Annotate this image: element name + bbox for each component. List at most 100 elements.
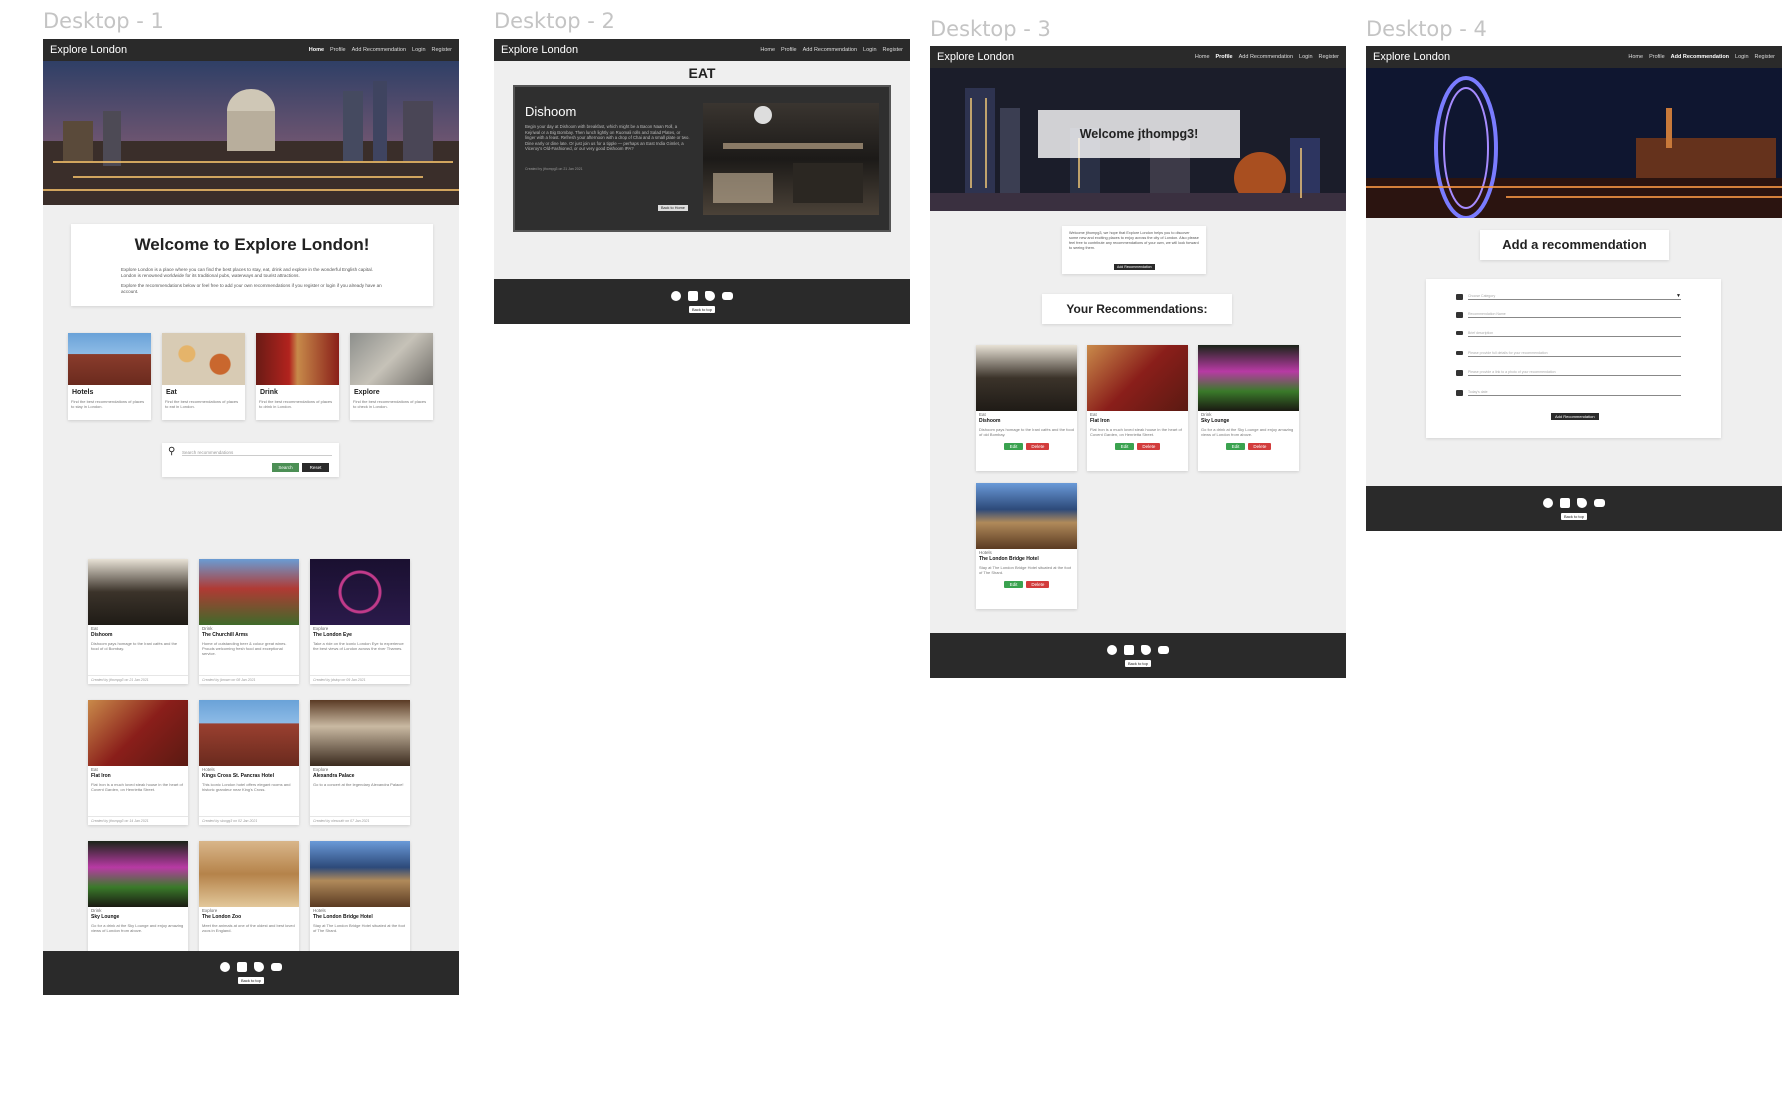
nav-login[interactable]: Login <box>412 47 425 53</box>
facebook-icon[interactable] <box>1543 497 1553 508</box>
recommendation-image <box>88 700 188 766</box>
category-card-eat[interactable]: Eat Find the best recommendations of pla… <box>162 333 245 420</box>
instagram-icon[interactable] <box>237 962 247 972</box>
recommendation-image <box>976 345 1077 411</box>
youtube-icon[interactable] <box>271 963 282 971</box>
nav-login[interactable]: Login <box>1299 54 1312 60</box>
edit-button[interactable]: Edit <box>1114 443 1135 451</box>
recommendation-title: Dishoom <box>91 632 113 638</box>
nav-profile[interactable]: Profile <box>781 47 797 53</box>
twitter-icon[interactable] <box>1141 644 1151 655</box>
instagram-icon[interactable] <box>1124 644 1134 655</box>
nav-home[interactable]: Home <box>309 47 324 53</box>
edit-button[interactable]: Edit <box>1003 581 1024 589</box>
brand-logo[interactable]: Explore London <box>937 51 1014 63</box>
recommendation-title: Sky Lounge <box>91 914 120 920</box>
user-recommendation-card[interactable]: Eat Dishoom Dishoom pays homage to the I… <box>976 345 1077 471</box>
recommendation-card[interactable]: Explore The London Eye Take a ride on th… <box>310 559 410 684</box>
submit-recommendation-button[interactable]: Add Recommendation <box>1551 413 1599 420</box>
facebook-icon[interactable] <box>671 290 681 301</box>
nav-profile[interactable]: Profile <box>1216 54 1233 60</box>
lines-icon <box>1456 351 1463 355</box>
search-button[interactable]: Search <box>272 463 299 472</box>
recommendation-desc: Go for a drink at the Sky Lounge and enj… <box>91 923 184 934</box>
back-to-top-button[interactable]: Back to top <box>688 305 715 313</box>
search-icon: ⚲ <box>168 446 176 457</box>
back-to-top-button[interactable]: Back to top <box>237 977 264 984</box>
nav-register[interactable]: Register <box>1319 54 1339 60</box>
brand-logo[interactable]: Explore London <box>50 44 127 56</box>
delete-button[interactable]: Delete <box>1026 581 1050 589</box>
user-recommendation-card[interactable]: Drink Sky Lounge Go for a drink at the S… <box>1198 345 1299 471</box>
instagram-icon[interactable] <box>1560 497 1570 508</box>
back-to-top-button[interactable]: Back to top <box>1560 512 1587 520</box>
full-details-field[interactable]: Please provide full details for your rec… <box>1468 351 1681 357</box>
instagram-icon[interactable] <box>688 290 698 301</box>
youtube-icon[interactable] <box>1158 645 1169 654</box>
welcome-box: Welcome to Explore London! Explore Londo… <box>71 224 433 306</box>
recommendation-image <box>199 559 299 625</box>
category-card-hotels[interactable]: Hotels Find the best recommendations of … <box>68 333 151 420</box>
nav-home[interactable]: Home <box>760 47 775 53</box>
recommendation-card[interactable]: Explore The London Zoo Meet the animals … <box>199 841 299 966</box>
recommendation-card[interactable]: Eat Dishoom Dishoom pays homage to the I… <box>88 559 188 684</box>
detail-image <box>703 103 879 215</box>
brief-description-field[interactable]: Brief description <box>1468 331 1681 337</box>
category-card-drink[interactable]: Drink Find the best recommendations of p… <box>256 333 339 420</box>
nav-add-recommendation[interactable]: Add Recommendation <box>1239 54 1293 60</box>
date-field[interactable]: Today's date <box>1468 390 1681 396</box>
recommendation-name-field[interactable]: Recommendation Name <box>1468 312 1681 318</box>
recommendation-title: Flat Iron <box>91 773 111 779</box>
brand-logo[interactable]: Explore London <box>501 44 578 56</box>
nav-home[interactable]: Home <box>1195 54 1210 60</box>
delete-button[interactable]: Delete <box>1137 443 1161 451</box>
back-to-home-button[interactable]: Back to Home <box>658 205 688 211</box>
category-select[interactable]: Choose Category <box>1468 294 1681 300</box>
recommendation-card[interactable]: Eat Flat Iron Flat Iron is a much loved … <box>88 700 188 825</box>
reset-button[interactable]: Reset <box>302 463 329 472</box>
edit-button[interactable]: Edit <box>1003 443 1024 451</box>
edit-button[interactable]: Edit <box>1225 443 1246 451</box>
nav-login[interactable]: Login <box>863 47 876 53</box>
nav-register[interactable]: Register <box>432 47 452 53</box>
brand-logo[interactable]: Explore London <box>1373 51 1450 63</box>
recommendation-card[interactable]: Drink The Churchill Arms Home of outstan… <box>199 559 299 684</box>
recommendation-image <box>1087 345 1188 411</box>
back-to-top-button[interactable]: Back to top <box>1124 659 1151 667</box>
category-card-explore[interactable]: Explore Find the best recommendations of… <box>350 333 433 420</box>
category-image <box>350 333 433 385</box>
category-title: Drink <box>260 389 278 396</box>
delete-button[interactable]: Delete <box>1248 443 1272 451</box>
twitter-icon[interactable] <box>705 290 715 301</box>
nav-home[interactable]: Home <box>1628 54 1643 60</box>
chevron-down-icon: ▼ <box>1676 293 1681 299</box>
recommendation-card[interactable]: Drink Sky Lounge Go for a drink at the S… <box>88 841 188 966</box>
category-desc: Find the best recommendations of places … <box>165 399 239 410</box>
user-recommendation-card[interactable]: Eat Flat Iron Flat Iron is a much loved … <box>1087 345 1188 471</box>
nav-profile[interactable]: Profile <box>1649 54 1665 60</box>
facebook-icon[interactable] <box>220 962 230 972</box>
folder-icon <box>1456 294 1463 300</box>
add-recommendation-button[interactable]: Add Recommendation <box>1114 264 1155 270</box>
recommendation-title: The London Zoo <box>202 914 242 920</box>
nav-register[interactable]: Register <box>883 47 903 53</box>
recommendation-card[interactable]: Explore Alexandra Palace Go to a concert… <box>310 700 410 825</box>
nav-login[interactable]: Login <box>1735 54 1748 60</box>
youtube-icon[interactable] <box>722 291 733 300</box>
twitter-icon[interactable] <box>1577 497 1587 508</box>
nav-add-recommendation[interactable]: Add Recommendation <box>1671 54 1729 60</box>
twitter-icon[interactable] <box>254 962 264 972</box>
search-input[interactable]: Search recommendations <box>182 450 332 456</box>
youtube-icon[interactable] <box>1594 498 1605 507</box>
user-recommendation-card[interactable]: Hotels The London Bridge Hotel Stay at T… <box>976 483 1077 609</box>
nav-profile[interactable]: Profile <box>330 47 346 53</box>
category-title: Hotels <box>72 389 94 396</box>
recommendation-card[interactable]: Hotels The London Bridge Hotel Stay at T… <box>310 841 410 966</box>
nav-add-recommendation[interactable]: Add Recommendation <box>803 47 857 53</box>
delete-button[interactable]: Delete <box>1026 443 1050 451</box>
nav-register[interactable]: Register <box>1755 54 1775 60</box>
facebook-icon[interactable] <box>1107 644 1117 655</box>
recommendation-card[interactable]: Hotels Kings Cross St. Pancras Hotel Thi… <box>199 700 299 825</box>
photo-link-field[interactable]: Please provide a link to a photo of your… <box>1468 370 1681 376</box>
nav-add-recommendation[interactable]: Add Recommendation <box>352 47 406 53</box>
